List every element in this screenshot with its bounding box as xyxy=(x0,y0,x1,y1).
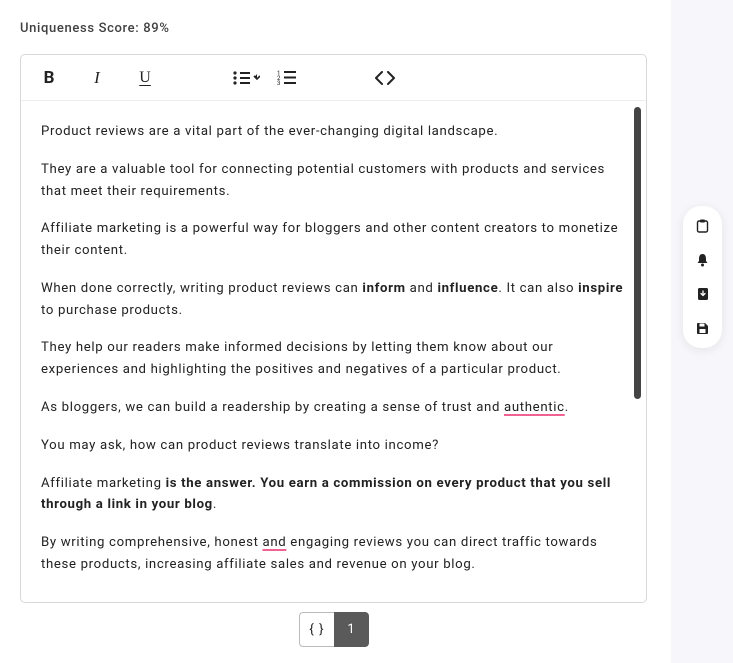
paragraph: By writing comprehensive, honest and eng… xyxy=(41,532,624,576)
bold-button[interactable]: B xyxy=(35,64,63,92)
page-root: Uniqueness Score: 89% B I U xyxy=(0,0,733,663)
uniqueness-score: Uniqueness Score: 89% xyxy=(20,21,170,36)
pager: { } 1 xyxy=(299,612,369,647)
spelling-error: authentic xyxy=(504,400,565,415)
editor-viewport: Product reviews are a vital part of the … xyxy=(21,101,646,602)
save-icon[interactable] xyxy=(695,320,711,336)
paragraph: Affiliate marketing is a powerful way fo… xyxy=(41,218,624,262)
bell-icon[interactable] xyxy=(695,252,711,268)
scrollbar-thumb[interactable] xyxy=(634,107,641,399)
clipboard-icon[interactable] xyxy=(695,218,711,234)
pager-page-1[interactable]: 1 xyxy=(334,612,369,647)
paragraph: Affiliate marketing is the answer. You e… xyxy=(41,473,624,517)
editor-content[interactable]: Product reviews are a vital part of the … xyxy=(21,101,646,602)
formatting-toolbar: B I U 1 2 3 xyxy=(21,55,646,101)
right-rail xyxy=(671,0,733,663)
unordered-list-button[interactable] xyxy=(229,64,263,92)
download-icon[interactable] xyxy=(695,286,711,302)
paragraph: They are a valuable tool for connecting … xyxy=(41,159,624,203)
code-button[interactable] xyxy=(371,64,399,92)
pager-braces-button[interactable]: { } xyxy=(299,612,334,647)
editor-container: B I U 1 2 3 xyxy=(20,54,647,603)
paragraph: You may ask, how can product reviews tra… xyxy=(41,435,624,457)
underline-button[interactable]: U xyxy=(131,64,159,92)
paragraph: They help our readers make informed deci… xyxy=(41,337,624,381)
rail-toolbar xyxy=(683,206,722,348)
svg-text:3: 3 xyxy=(277,80,280,86)
ordered-list-button[interactable]: 1 2 3 xyxy=(273,64,301,92)
italic-button[interactable]: I xyxy=(83,64,111,92)
paragraph: As bloggers, we can build a readership b… xyxy=(41,397,624,419)
paragraph: Product reviews are a vital part of the … xyxy=(41,121,624,143)
paragraph: When done correctly, writing product rev… xyxy=(41,278,624,322)
spelling-error: and xyxy=(262,535,286,550)
